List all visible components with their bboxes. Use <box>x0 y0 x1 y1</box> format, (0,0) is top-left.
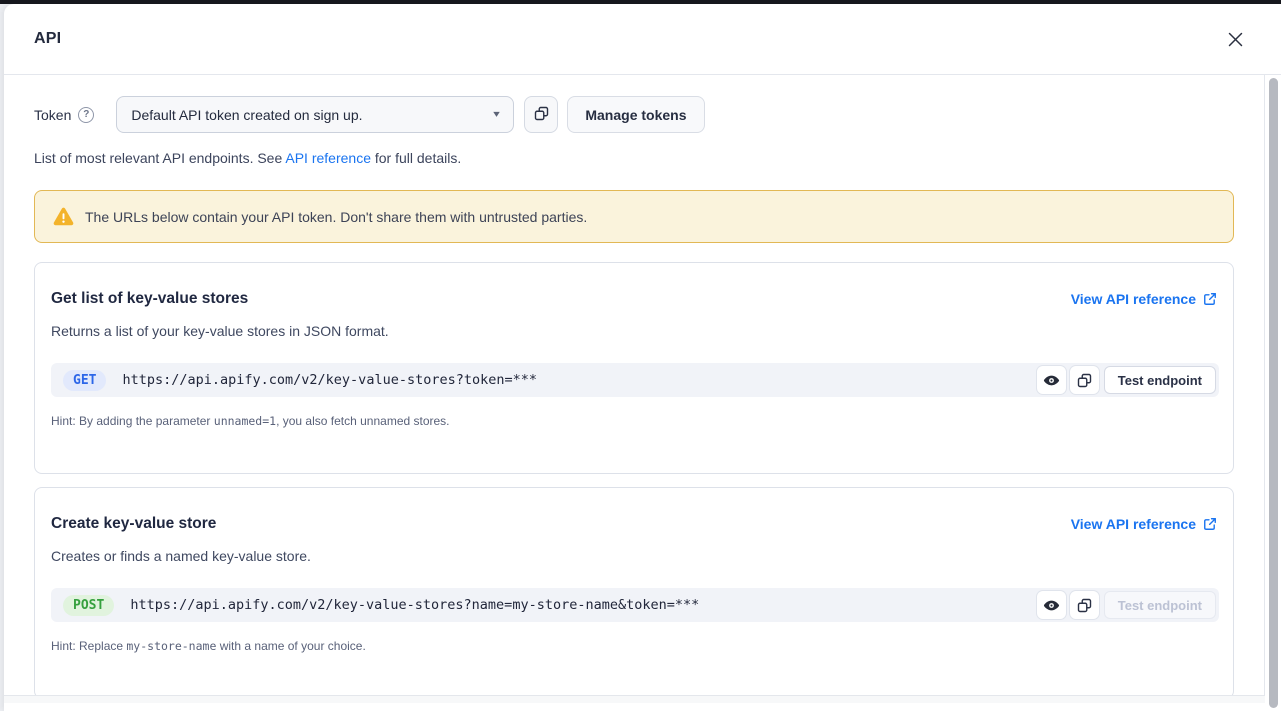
modal-header: API <box>4 4 1281 75</box>
page-title: API <box>34 30 61 48</box>
copy-url-button[interactable] <box>1070 591 1099 619</box>
card-title: Get list of key-value stores <box>51 290 248 308</box>
external-link-icon <box>1203 292 1217 306</box>
view-api-reference-label: View API reference <box>1071 516 1196 532</box>
token-row: Token ? Default API token created on sig… <box>34 96 1233 133</box>
card-head: Get list of key-value stores View API re… <box>51 290 1217 308</box>
hint-text-before: Hint: By adding the parameter <box>51 414 214 428</box>
intro-text-after: for full details. <box>371 150 461 166</box>
card-hint: Hint: By adding the parameter unnamed=1,… <box>51 414 1217 428</box>
chevron-down-icon: ▾ <box>494 109 501 120</box>
hint-code: my-store-name <box>126 639 216 653</box>
test-endpoint-button[interactable]: Test endpoint <box>1104 366 1216 394</box>
api-reference-link[interactable]: API reference <box>285 150 371 166</box>
scroll-edge-divider <box>4 695 1265 703</box>
copy-icon <box>534 106 549 124</box>
endpoint-bar-controls: Test endpoint <box>1037 366 1216 394</box>
reveal-token-button[interactable] <box>1037 366 1066 394</box>
scrollbar <box>1266 75 1281 711</box>
token-select[interactable]: Default API token created on sign up. ▾ <box>116 96 514 133</box>
view-api-reference-link[interactable]: View API reference <box>1071 516 1217 532</box>
token-label: Token <box>34 107 71 123</box>
method-badge-get: GET <box>63 370 106 391</box>
card-description: Creates or finds a named key-value store… <box>51 548 1217 564</box>
view-api-reference-link[interactable]: View API reference <box>1071 291 1217 307</box>
modal-body: Token ? Default API token created on sig… <box>4 75 1265 703</box>
card-hint: Hint: Replace my-store-name with a name … <box>51 639 1217 653</box>
view-api-reference-label: View API reference <box>1071 291 1196 307</box>
hint-text-after: with a name of your choice. <box>216 639 365 653</box>
hint-code: unnamed=1 <box>214 414 276 428</box>
method-badge-post: POST <box>63 595 114 616</box>
intro-text: List of most relevant API endpoints. See… <box>34 150 1233 166</box>
help-icon[interactable]: ? <box>78 107 94 123</box>
token-select-value: Default API token created on sign up. <box>131 107 362 123</box>
copy-icon <box>1077 373 1092 388</box>
endpoint-url-bar: GET https://api.apify.com/v2/key-value-s… <box>51 363 1219 397</box>
card-description: Returns a list of your key-value stores … <box>51 323 1217 339</box>
scrollbar-thumb[interactable] <box>1269 78 1278 708</box>
api-modal: API Token ? Default API token created on… <box>4 4 1281 711</box>
endpoint-bar-controls: Test endpoint <box>1037 591 1216 619</box>
eye-icon <box>1043 597 1060 614</box>
intro-text-before: List of most relevant API endpoints. See <box>34 150 285 166</box>
warning-text: The URLs below contain your API token. D… <box>85 209 587 225</box>
hint-text-before: Hint: Replace <box>51 639 126 653</box>
close-button[interactable] <box>1225 31 1245 51</box>
external-link-icon <box>1203 517 1217 531</box>
warning-banner: The URLs below contain your API token. D… <box>34 190 1234 243</box>
copy-token-button[interactable] <box>524 96 558 133</box>
test-endpoint-button-disabled[interactable]: Test endpoint <box>1104 591 1216 619</box>
card-head: Create key-value store View API referenc… <box>51 515 1217 533</box>
hint-text-after: , you also fetch unnamed stores. <box>276 414 449 428</box>
endpoint-card-get-list: Get list of key-value stores View API re… <box>34 262 1234 474</box>
manage-tokens-button[interactable]: Manage tokens <box>567 96 704 133</box>
copy-icon <box>1077 598 1092 613</box>
close-icon <box>1227 31 1244 51</box>
reveal-token-button[interactable] <box>1037 591 1066 619</box>
eye-icon <box>1043 372 1060 389</box>
copy-url-button[interactable] <box>1070 366 1099 394</box>
card-title: Create key-value store <box>51 515 216 533</box>
endpoint-url: https://api.apify.com/v2/key-value-store… <box>122 372 537 388</box>
warning-icon <box>53 207 74 226</box>
endpoint-card-create-store: Create key-value store View API referenc… <box>34 487 1234 699</box>
endpoint-url-bar: POST https://api.apify.com/v2/key-value-… <box>51 588 1219 622</box>
endpoint-url: https://api.apify.com/v2/key-value-store… <box>130 597 699 613</box>
